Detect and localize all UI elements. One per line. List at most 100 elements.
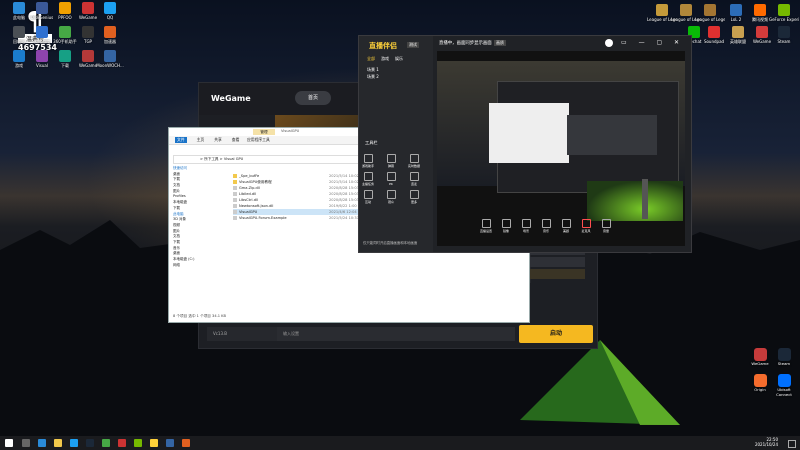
wegame-search-field[interactable]: 输入设置 [277, 327, 515, 341]
volume-slider[interactable] [642, 179, 648, 219]
scene-item[interactable]: 场景 1 [367, 66, 379, 73]
stream-control[interactable]: 直播设置 [479, 219, 493, 233]
notification-icon[interactable] [788, 440, 796, 448]
explorer-context-header: 管理 [253, 129, 275, 135]
desktop-icon-label: 加速器 [104, 39, 116, 44]
taskbar-app-icon[interactable] [182, 439, 190, 447]
desktop-icon[interactable]: Steam [773, 348, 795, 367]
stream-app-title: 直播伴侣 [369, 42, 397, 50]
tool-item[interactable]: 更多 [407, 190, 421, 204]
avatar[interactable] [605, 39, 613, 47]
scene-item[interactable]: 场景 2 [367, 73, 379, 80]
stream-control[interactable]: 镜像 [499, 219, 513, 233]
stream-control[interactable]: 麦克风 [579, 219, 593, 233]
start-button[interactable] [5, 439, 13, 447]
tool-item[interactable]: 弹幕 [384, 154, 398, 168]
stream-preview[interactable] [437, 51, 685, 246]
tool-item[interactable]: 互动 [361, 190, 375, 204]
taskbar-app-icon[interactable] [86, 439, 94, 447]
stream-control[interactable]: 美颜 [559, 219, 573, 233]
tool-item[interactable]: 主播任务 [361, 172, 375, 186]
explorer-tab[interactable]: 文件 [175, 137, 187, 143]
explorer-tab[interactable]: 共享 [214, 137, 222, 143]
app-icon [59, 50, 71, 62]
taskbar: 22:50 2021/10/24 [0, 436, 800, 450]
app-icon [704, 4, 716, 16]
tool-item[interactable]: 观众 [384, 190, 398, 204]
stream-tab[interactable]: 全部 [367, 56, 375, 62]
tool-icon [409, 190, 419, 199]
window-controls[interactable]: ▭ — ▢ ✕ [621, 39, 684, 46]
wegame-version: Vc13.B [207, 327, 277, 341]
file-date: 2021/5/24 10:37 [329, 216, 359, 220]
stream-tab[interactable]: 娱乐 [395, 56, 403, 62]
stream-tools-header: 工具栏 [365, 140, 378, 145]
tool-icon [386, 172, 396, 181]
explorer-title: VisualGPU [281, 129, 300, 133]
app-icon [82, 2, 94, 14]
nav-item[interactable]: 网络 [173, 263, 225, 269]
stream-tab[interactable]: 游戏 [381, 56, 389, 62]
tool-label: 弹幕 [387, 164, 394, 168]
tool-item[interactable]: 连麦 [407, 172, 421, 186]
tool-icon [409, 154, 419, 163]
stream-control[interactable]: 场景 [519, 219, 533, 233]
explorer-path: > 所下工具 > Visual GPU [200, 157, 244, 161]
app-icon [13, 2, 25, 14]
tool-label: 更多 [410, 200, 417, 204]
taskbar-app-icon[interactable] [166, 439, 174, 447]
control-label: 直播设置 [479, 229, 492, 233]
file-icon [233, 186, 237, 190]
desktop-icon[interactable]: Ubisoft Connect [773, 374, 795, 397]
app-icon [753, 374, 767, 387]
app-icon [708, 26, 720, 38]
app-icon [104, 26, 116, 38]
tool-item[interactable]: 实时数据 [407, 154, 421, 168]
taskbar-app-icon[interactable] [38, 439, 46, 447]
tool-label: 实时数据 [407, 164, 420, 168]
file-icon [233, 180, 237, 184]
stream-footer-notice: 仅只能同时开启直播画面和本地画面 [363, 241, 418, 245]
explorer-context-tab[interactable]: 应用程序工具 [247, 137, 270, 143]
control-label: 镜像 [502, 229, 509, 233]
stream-control[interactable]: 音乐 [539, 219, 553, 233]
tool-icon [363, 154, 373, 163]
tool-item[interactable]: 游戏助手 [361, 154, 375, 168]
control-icon [581, 219, 591, 228]
explorer-tab[interactable]: 查看 [232, 137, 240, 143]
control-icon [601, 219, 611, 228]
desktop-icon-label: MoonWOCH... [96, 63, 124, 68]
preview-nested-explorer [489, 103, 569, 163]
desktop-icon[interactable]: WeGame [749, 348, 771, 367]
tool-icon [363, 190, 373, 199]
explorer-status-bar: 8 个项目 选中 1 个项目 34.1 KB [173, 314, 227, 318]
system-clock[interactable]: 22:50 2021/10/24 [755, 437, 778, 447]
streaming-tool-window[interactable]: 直播伴侣 测试 全部 游戏 娱乐 场景 1 场景 2 工具栏 游戏助手 弹幕 实时数据 主播… [358, 35, 692, 253]
control-icon [481, 219, 491, 228]
control-label: 音量 [602, 229, 609, 233]
taskbar-app-icon[interactable] [102, 439, 110, 447]
desktop-icon[interactable]: Origin [749, 374, 771, 393]
tool-item[interactable]: PK [384, 172, 398, 186]
taskbar-app-icon[interactable] [22, 439, 30, 447]
explorer-tab[interactable]: 主页 [197, 137, 205, 143]
app-icon [656, 4, 668, 16]
taskbar-app-icon[interactable] [150, 439, 158, 447]
wegame-start-button[interactable]: 启动 [519, 325, 593, 343]
tool-label: 连麦 [410, 182, 417, 186]
tool-label: 观众 [387, 200, 394, 204]
app-icon [82, 50, 94, 62]
desktop-icon[interactable]: Steam [769, 26, 799, 56]
wegame-home-tab[interactable]: 首页 [295, 91, 331, 105]
control-label: 麦克风 [581, 229, 591, 233]
tool-icon [386, 154, 396, 163]
taskbar-app-icon[interactable] [118, 439, 126, 447]
stream-control[interactable]: 音量 [599, 219, 613, 233]
taskbar-app-icon[interactable] [70, 439, 78, 447]
stream-preview-title: 直播中，画面同步显示画面 [439, 41, 492, 46]
desktop-icon[interactable]: MoonWOCH... [95, 50, 125, 80]
taskbar-app-icon[interactable] [134, 439, 142, 447]
tool-icon [386, 190, 396, 199]
taskbar-app-icon[interactable] [54, 439, 62, 447]
app-icon [36, 26, 48, 38]
